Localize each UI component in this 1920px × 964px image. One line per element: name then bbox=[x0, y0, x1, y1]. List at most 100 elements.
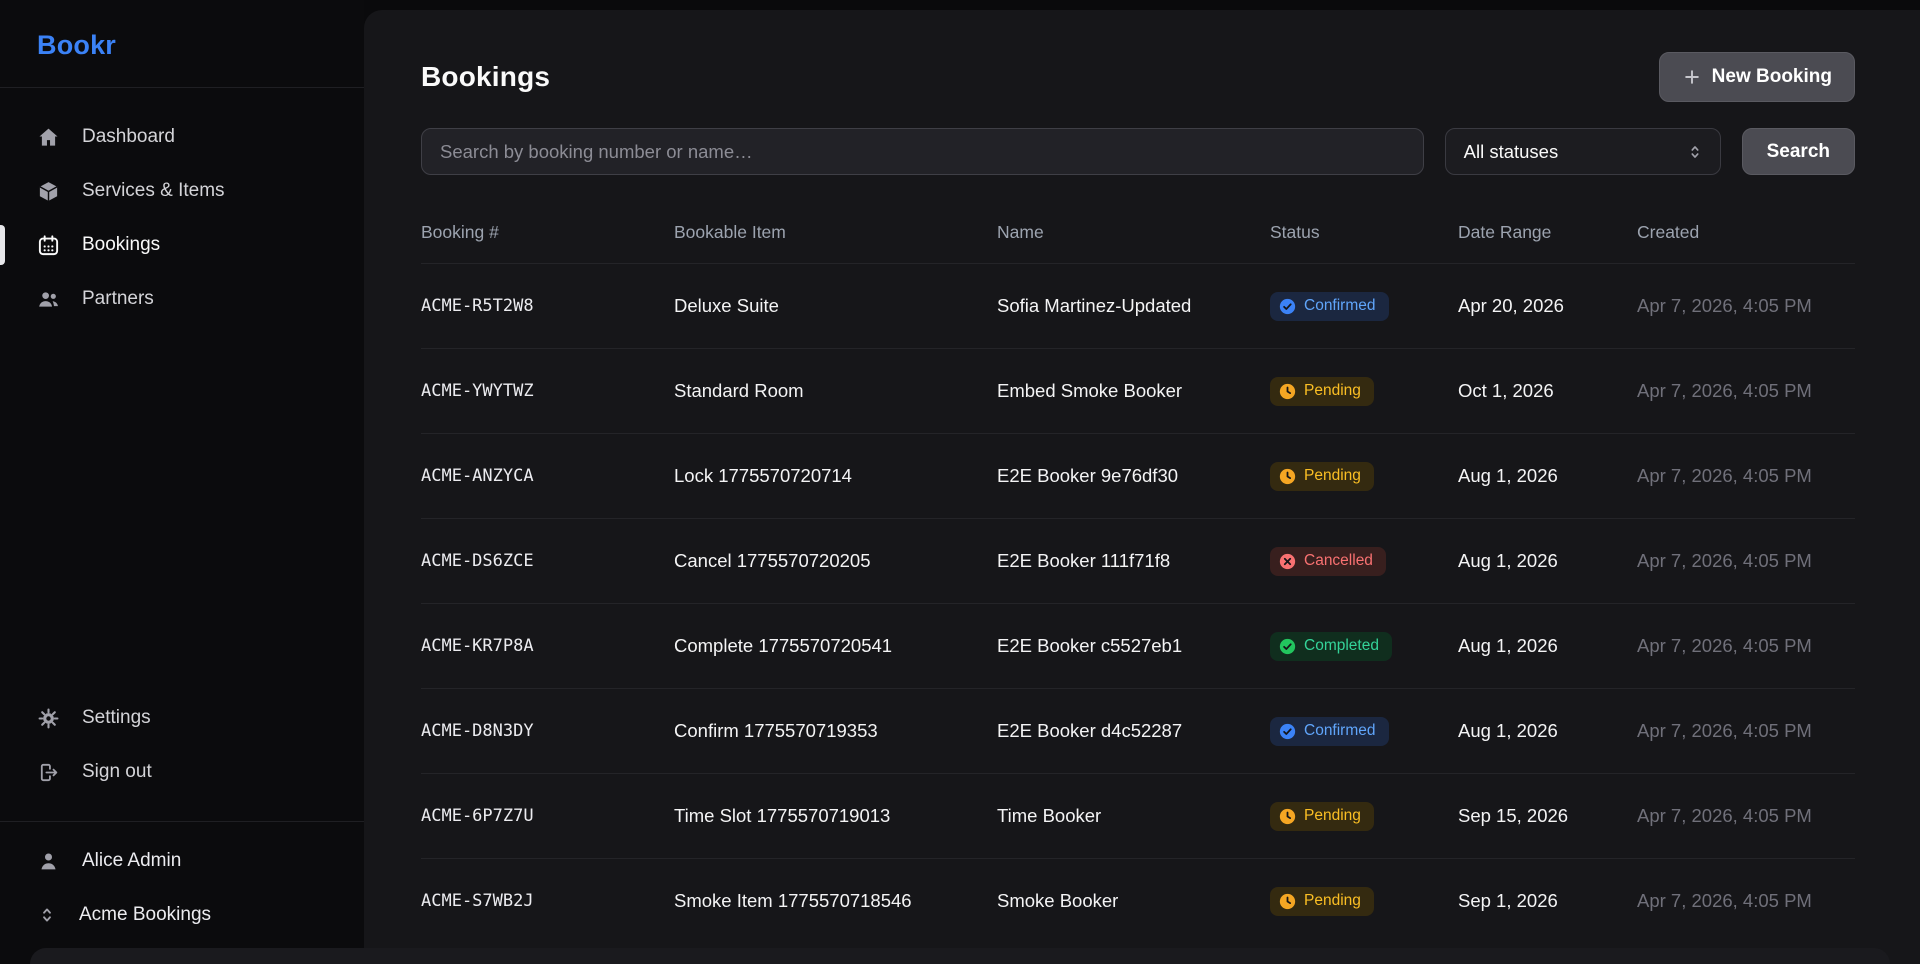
bookable-item: Deluxe Suite bbox=[674, 295, 997, 317]
sidebar-item-label: Services & Items bbox=[82, 180, 225, 202]
status-label: Completed bbox=[1304, 638, 1379, 654]
column-header: Status bbox=[1270, 222, 1458, 243]
date-range: Oct 1, 2026 bbox=[1458, 380, 1637, 402]
status-badge: Confirmed bbox=[1270, 717, 1389, 746]
bookings-table: Booking #Bookable ItemNameStatusDate Ran… bbox=[421, 201, 1855, 943]
home-icon bbox=[37, 126, 60, 149]
booking-number: ACME-D8N3DY bbox=[421, 721, 674, 741]
current-user[interactable]: Alice Admin bbox=[0, 834, 364, 888]
clock-icon bbox=[1279, 893, 1296, 910]
main-panel: Bookings New Booking All statuses Search… bbox=[364, 10, 1920, 964]
column-header: Booking # bbox=[421, 222, 674, 243]
status-label: Cancelled bbox=[1304, 553, 1373, 569]
table-row[interactable]: ACME-S7WB2JSmoke Item 1775570718546Smoke… bbox=[421, 858, 1855, 943]
check-circle-icon bbox=[1279, 298, 1296, 315]
created-at: Apr 7, 2026, 4:05 PM bbox=[1637, 380, 1855, 402]
status-badge: Pending bbox=[1270, 887, 1374, 916]
current-user-name: Alice Admin bbox=[82, 850, 181, 872]
table-row[interactable]: ACME-DS6ZCECancel 1775570720205E2E Booke… bbox=[421, 518, 1855, 603]
date-range: Sep 1, 2026 bbox=[1458, 890, 1637, 912]
customer-name: E2E Booker d4c52287 bbox=[997, 720, 1270, 742]
table-row[interactable]: ACME-KR7P8AComplete 1775570720541E2E Boo… bbox=[421, 603, 1855, 688]
status-badge: Confirmed bbox=[1270, 292, 1389, 321]
status-badge: Pending bbox=[1270, 377, 1374, 406]
created-at: Apr 7, 2026, 4:05 PM bbox=[1637, 550, 1855, 572]
bookable-item: Complete 1775570720541 bbox=[674, 635, 997, 657]
status-label: Pending bbox=[1304, 468, 1361, 484]
org-switcher[interactable]: Acme Bookings bbox=[0, 888, 364, 942]
table-row[interactable]: ACME-6P7Z7UTime Slot 1775570719013Time B… bbox=[421, 773, 1855, 858]
calendar-icon bbox=[37, 234, 60, 257]
status-filter-select[interactable]: All statuses bbox=[1445, 128, 1721, 175]
new-booking-label: New Booking bbox=[1712, 66, 1832, 88]
sidebar-item-bookings[interactable]: Bookings bbox=[0, 218, 364, 272]
status-label: Confirmed bbox=[1304, 298, 1376, 314]
booking-number: ACME-YWYTWZ bbox=[421, 381, 674, 401]
users-icon bbox=[37, 288, 60, 311]
bookable-item: Time Slot 1775570719013 bbox=[674, 805, 997, 827]
filter-bar: All statuses Search bbox=[421, 128, 1855, 175]
status-filter-value: All statuses bbox=[1464, 141, 1559, 163]
booking-number: ACME-KR7P8A bbox=[421, 636, 674, 656]
app-logo[interactable]: Bookr bbox=[0, 0, 364, 87]
table-body: ACME-R5T2W8Deluxe SuiteSofia Martinez-Up… bbox=[421, 263, 1855, 943]
created-at: Apr 7, 2026, 4:05 PM bbox=[1637, 720, 1855, 742]
sidebar-item-dashboard[interactable]: Dashboard bbox=[0, 110, 364, 164]
booking-number: ACME-S7WB2J bbox=[421, 891, 674, 911]
search-input[interactable] bbox=[421, 128, 1424, 175]
booking-number: ACME-DS6ZCE bbox=[421, 551, 674, 571]
chevrons-up-down-icon bbox=[1686, 143, 1704, 161]
sidebar-footer-nav: Settings Sign out bbox=[0, 691, 364, 799]
logout-icon bbox=[37, 761, 60, 784]
sidebar-item-label: Sign out bbox=[82, 761, 152, 783]
sidebar: Bookr Dashboard Services & Items BookingsP… bbox=[0, 0, 364, 964]
table-row[interactable]: ACME-ANZYCALock 1775570720714E2E Booker … bbox=[421, 433, 1855, 518]
sidebar-item-sign-out[interactable]: Sign out bbox=[0, 745, 364, 799]
chevrons-up-down-icon bbox=[37, 905, 57, 925]
status-badge: Pending bbox=[1270, 802, 1374, 831]
created-at: Apr 7, 2026, 4:05 PM bbox=[1637, 890, 1855, 912]
created-at: Apr 7, 2026, 4:05 PM bbox=[1637, 805, 1855, 827]
search-button[interactable]: Search bbox=[1742, 128, 1855, 175]
plus-icon bbox=[1682, 67, 1702, 87]
new-booking-button[interactable]: New Booking bbox=[1659, 52, 1855, 102]
table-row[interactable]: ACME-YWYTWZStandard RoomEmbed Smoke Book… bbox=[421, 348, 1855, 433]
org-name: Acme Bookings bbox=[79, 904, 211, 926]
person-icon bbox=[37, 850, 60, 873]
column-header: Bookable Item bbox=[674, 222, 997, 243]
table-header-row: Booking #Bookable ItemNameStatusDate Ran… bbox=[421, 201, 1855, 263]
status-label: Pending bbox=[1304, 383, 1361, 399]
column-header: Date Range bbox=[1458, 222, 1637, 243]
customer-name: E2E Booker 111f71f8 bbox=[997, 550, 1270, 572]
sidebar-nav: Dashboard Services & Items BookingsPartner… bbox=[0, 88, 364, 326]
clock-icon bbox=[1279, 468, 1296, 485]
column-header: Created bbox=[1637, 222, 1855, 243]
sidebar-item-services-items[interactable]: Services & Items bbox=[0, 164, 364, 218]
date-range: Aug 1, 2026 bbox=[1458, 550, 1637, 572]
status-badge: Pending bbox=[1270, 462, 1374, 491]
sidebar-item-label: Dashboard bbox=[82, 126, 175, 148]
customer-name: Embed Smoke Booker bbox=[997, 380, 1270, 402]
booking-number: ACME-6P7Z7U bbox=[421, 806, 674, 826]
status-badge: Cancelled bbox=[1270, 547, 1386, 576]
date-range: Aug 1, 2026 bbox=[1458, 720, 1637, 742]
customer-name: Time Booker bbox=[997, 805, 1270, 827]
table-row[interactable]: ACME-D8N3DYConfirm 1775570719353E2E Book… bbox=[421, 688, 1855, 773]
customer-name: E2E Booker c5527eb1 bbox=[997, 635, 1270, 657]
sidebar-item-settings[interactable]: Settings bbox=[0, 691, 364, 745]
user-block: Alice Admin Acme Bookings bbox=[0, 822, 364, 954]
clock-icon bbox=[1279, 808, 1296, 825]
status-label: Confirmed bbox=[1304, 723, 1376, 739]
sidebar-item-partners[interactable]: Partners bbox=[0, 272, 364, 326]
bookable-item: Smoke Item 1775570718546 bbox=[674, 890, 997, 912]
cube-icon bbox=[37, 180, 60, 203]
booking-number: ACME-ANZYCA bbox=[421, 466, 674, 486]
status-label: Pending bbox=[1304, 808, 1361, 824]
active-indicator bbox=[0, 225, 5, 265]
panel-header: Bookings New Booking bbox=[421, 52, 1855, 102]
created-at: Apr 7, 2026, 4:05 PM bbox=[1637, 295, 1855, 317]
x-circle-icon bbox=[1279, 553, 1296, 570]
table-row[interactable]: ACME-R5T2W8Deluxe SuiteSofia Martinez-Up… bbox=[421, 263, 1855, 348]
customer-name: Smoke Booker bbox=[997, 890, 1270, 912]
bookable-item: Standard Room bbox=[674, 380, 997, 402]
